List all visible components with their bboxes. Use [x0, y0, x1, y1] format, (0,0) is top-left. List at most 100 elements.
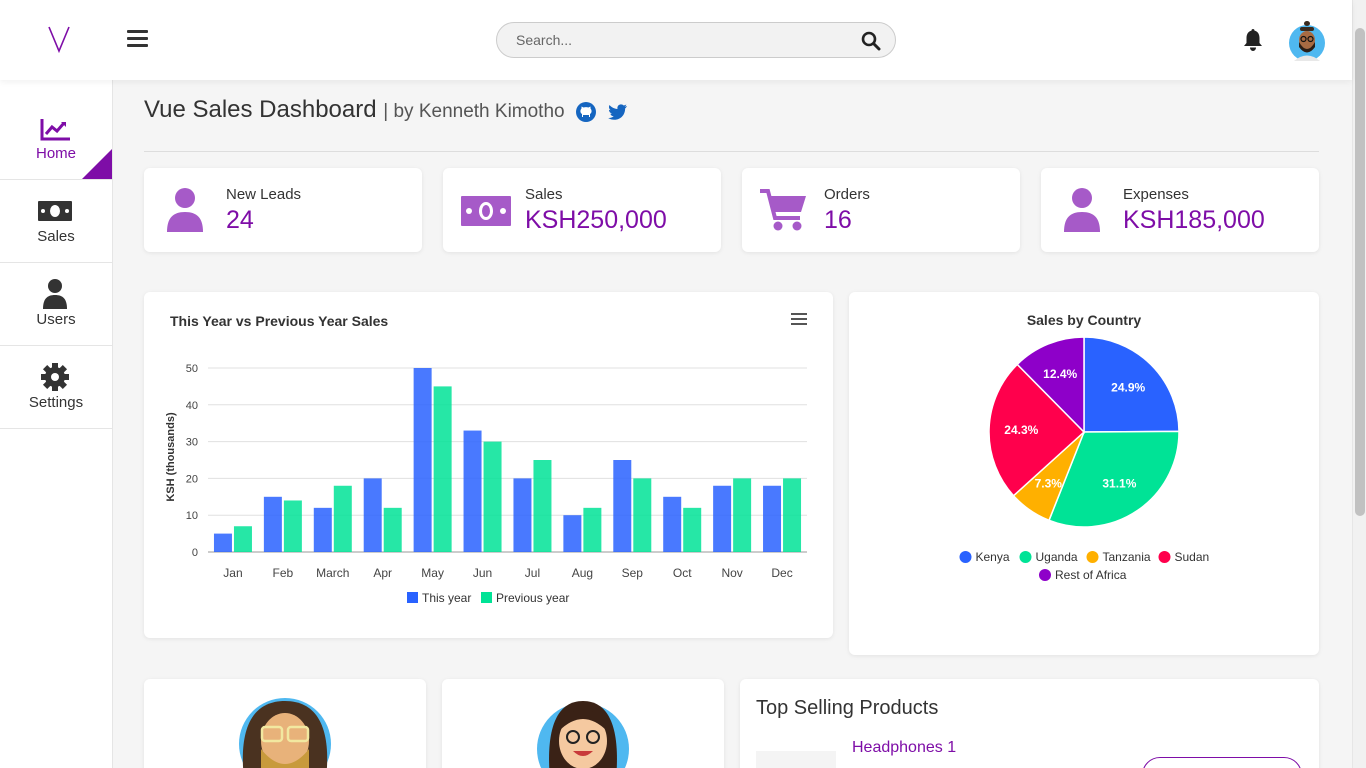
sidebar-item-users[interactable]: Users: [0, 263, 112, 346]
bar-this-year[interactable]: [613, 460, 632, 552]
bar-this-year[interactable]: [313, 507, 332, 552]
sidebar-item-label: Users: [36, 311, 76, 328]
bar-previous-year[interactable]: [483, 441, 502, 552]
bar-this-year[interactable]: [713, 485, 732, 552]
slice-label: 12.4%: [1043, 367, 1077, 381]
headphones-icon: [756, 751, 836, 768]
sidebar-item-sales[interactable]: Sales: [0, 180, 112, 263]
y-axis-label: KSH (thousands): [165, 412, 177, 502]
sidebar: Home Sales Users Settings: [0, 80, 113, 768]
y-tick-label: 10: [186, 510, 198, 522]
sales-by-country-panel: Sales by Country 24.9% 31.1% 7.3% 24.3% 12.4…: [849, 292, 1319, 655]
x-tick-label: Apr: [373, 566, 392, 580]
page-title-text: Vue Sales Dashboard: [144, 96, 377, 123]
scrollbar-thumb[interactable]: [1355, 28, 1365, 516]
top-products-title: Top Selling Products: [756, 697, 939, 719]
sidebar-item-home[interactable]: Home: [0, 80, 112, 180]
x-tick-label: March: [316, 566, 349, 580]
bar-previous-year[interactable]: [233, 526, 252, 552]
page-scrollbar[interactable]: [1352, 0, 1366, 768]
user-icon: [167, 188, 203, 232]
bar-previous-year[interactable]: [383, 507, 402, 552]
page-subtitle: | by Kenneth Kimotho: [383, 101, 565, 122]
stat-label: Expenses: [1123, 186, 1189, 203]
product-action-button[interactable]: [1142, 757, 1302, 768]
stat-card-orders: Orders 16: [742, 168, 1020, 252]
stat-card-sales: Sales KSH250,000: [443, 168, 721, 252]
logo-icon[interactable]: [46, 24, 72, 54]
sales-comparison-panel: This Year vs Previous Year Sales 0 10 20 30…: [144, 292, 833, 638]
bar-chart: 0 10 20 30 40 50 Jan Feb March Apr May Jun Jul Aug Se…: [165, 363, 807, 605]
bar-previous-year[interactable]: [683, 507, 702, 552]
x-tick-label: Sep: [622, 566, 644, 580]
bar-this-year[interactable]: [363, 478, 382, 552]
bar-previous-year[interactable]: [633, 478, 652, 552]
x-tick-label: May: [421, 566, 444, 580]
bar-this-year[interactable]: [663, 496, 682, 552]
bar-this-year[interactable]: [563, 515, 582, 552]
search-input[interactable]: [497, 23, 847, 57]
bar-this-year[interactable]: [263, 496, 282, 552]
bar-this-year[interactable]: [763, 485, 782, 552]
stat-label: Orders: [824, 186, 870, 203]
bar-previous-year[interactable]: [433, 386, 452, 552]
avatar: [239, 698, 331, 768]
legend-label[interactable]: Tanzania: [1103, 550, 1151, 564]
active-indicator: [82, 149, 112, 179]
search-icon[interactable]: [861, 31, 881, 51]
legend-marker: [1039, 569, 1051, 581]
avatar[interactable]: [1288, 20, 1326, 62]
bar-previous-year[interactable]: [783, 478, 802, 552]
bar-previous-year[interactable]: [733, 478, 752, 552]
menu-toggle-button[interactable]: [127, 30, 148, 48]
legend-label[interactable]: Rest of Africa: [1055, 568, 1127, 582]
user-icon: [43, 279, 67, 309]
product-link[interactable]: Headphones 1: [852, 739, 956, 757]
legend-label[interactable]: Previous year: [496, 591, 569, 605]
title-divider: [144, 151, 1319, 152]
x-tick-label: Dec: [771, 566, 792, 580]
avatar: [537, 701, 629, 768]
github-icon[interactable]: [576, 102, 596, 122]
y-tick-label: 0: [192, 547, 198, 559]
bar-previous-year[interactable]: [333, 485, 352, 552]
legend-marker: [407, 592, 418, 603]
x-tick-label: Jun: [473, 566, 492, 580]
slice-label: 7.3%: [1035, 477, 1063, 491]
top-products-panel: Top Selling Products Headphones 1: [740, 679, 1319, 768]
legend-label[interactable]: Kenya: [976, 550, 1010, 564]
bar-this-year[interactable]: [463, 430, 482, 552]
x-tick-label: Feb: [273, 566, 294, 580]
bar-previous-year[interactable]: [283, 500, 302, 552]
x-tick-label: Aug: [572, 566, 593, 580]
bar-previous-year[interactable]: [533, 460, 552, 552]
stat-value: 24: [226, 206, 254, 234]
y-tick-label: 30: [186, 437, 198, 449]
money-bill-icon: [461, 196, 511, 226]
sidebar-item-settings[interactable]: Settings: [0, 346, 112, 429]
twitter-icon[interactable]: [608, 103, 628, 121]
sidebar-item-label: Sales: [37, 228, 75, 245]
slice-label: 24.9%: [1111, 381, 1145, 395]
legend-label[interactable]: Uganda: [1036, 550, 1078, 564]
legend-marker: [1019, 551, 1032, 563]
bell-icon[interactable]: [1243, 28, 1263, 52]
user-icon: [1064, 188, 1100, 232]
legend-marker: [959, 551, 972, 563]
stat-label: New Leads: [226, 186, 302, 203]
stat-value: KSH185,000: [1123, 206, 1265, 234]
chart-title: Sales by Country: [1027, 312, 1142, 328]
bar-this-year[interactable]: [213, 533, 232, 552]
legend-label[interactable]: Sudan: [1175, 550, 1210, 564]
bar-previous-year[interactable]: [583, 507, 602, 552]
stat-value: KSH250,000: [525, 206, 667, 234]
stat-value: 16: [824, 206, 852, 234]
stat-label: Sales: [525, 186, 563, 203]
bar-this-year[interactable]: [513, 478, 532, 552]
search-box: [496, 22, 896, 58]
bar-this-year[interactable]: [413, 368, 432, 552]
y-tick-label: 20: [186, 473, 198, 485]
product-image: [756, 751, 836, 768]
legend-label[interactable]: This year: [422, 591, 471, 605]
y-tick-label: 40: [186, 400, 198, 412]
